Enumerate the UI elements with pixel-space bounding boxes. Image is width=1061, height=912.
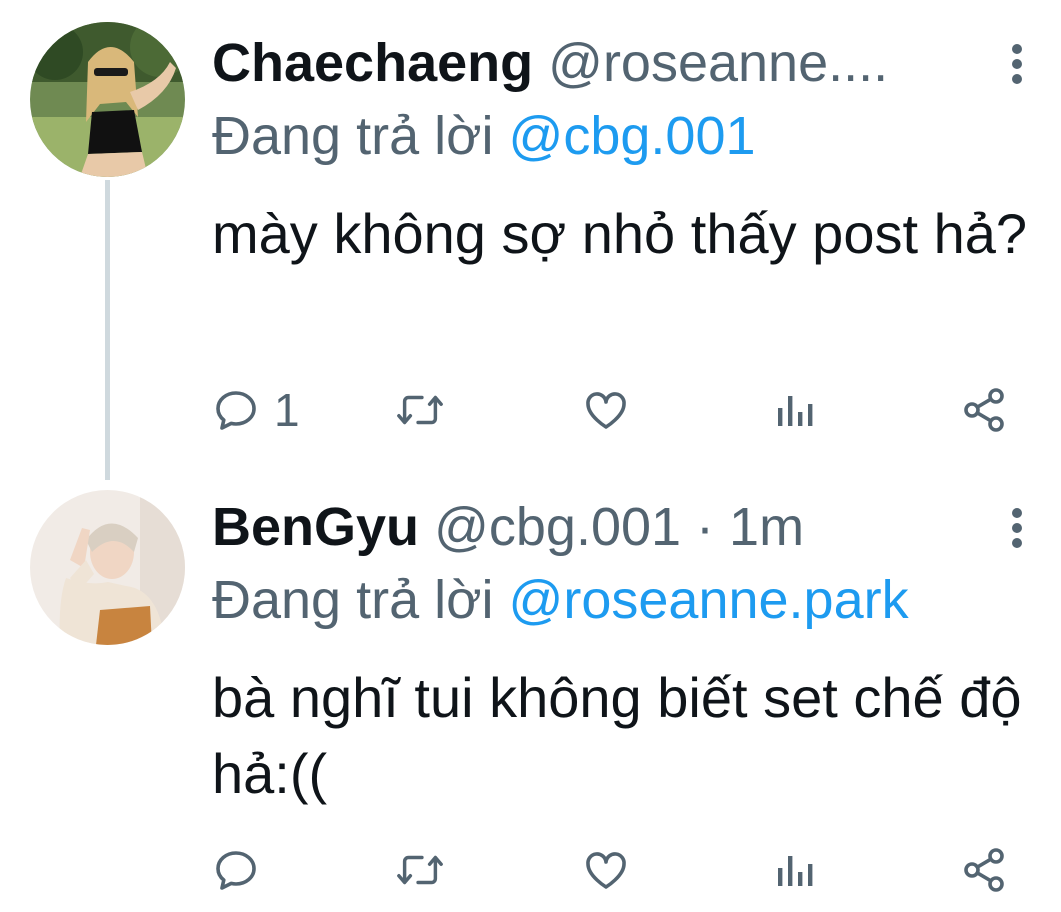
replying-to: Đang trả lời @cbg.001 [212,104,756,168]
user-handle-and-time[interactable]: @cbg.001 · 1m [434,497,804,557]
reply-button[interactable]: 1 [212,380,300,440]
tweet-header: Chaechaeng @roseanne.... [212,28,982,98]
retweet-icon [397,395,443,425]
replying-to: Đang trả lời @roseanne.park [212,568,909,632]
avatar[interactable] [30,22,185,177]
tweet-header: BenGyu @cbg.001 · 1m [212,492,982,562]
stats-button[interactable] [772,840,816,900]
display-name[interactable]: Chaechaeng [212,33,533,93]
stats-icon [778,396,813,426]
share-icon [964,848,1004,892]
avatar-photo [30,490,185,645]
like-icon [586,852,626,889]
share-icon [964,388,1004,432]
tweet[interactable]: BenGyu @cbg.001 · 1m Đang trả lời @rosea… [0,478,1061,912]
more-icon[interactable] [1005,506,1029,550]
retweet-button[interactable] [395,380,445,440]
like-button[interactable] [582,380,630,440]
mention-link[interactable]: @roseanne.park [509,570,909,630]
like-icon [586,392,626,429]
reply-count: 1 [274,384,300,436]
avatar[interactable] [30,490,185,645]
stats-button[interactable] [772,380,816,440]
tweet-text: mày không sợ nhỏ thấy post hả? [212,202,1028,265]
tweet-text: bà nghĩ tui không biết set chế độ hả:(( [212,666,1022,805]
share-button[interactable] [960,840,1008,900]
avatar-photo [30,22,185,177]
retweet-icon [397,855,443,885]
tweet[interactable]: Chaechaeng @roseanne.... Đang trả lời @c… [0,0,1061,470]
share-button[interactable] [960,380,1008,440]
display-name[interactable]: BenGyu [212,497,419,557]
stats-icon [778,856,813,886]
replying-to-label: Đang trả lời [212,106,494,166]
user-handle[interactable]: @roseanne.... [548,33,888,93]
reply-button[interactable] [212,840,274,900]
replying-to-label: Đang trả lời [212,570,494,630]
mention-link[interactable]: @cbg.001 [509,106,756,166]
retweet-button[interactable] [395,840,445,900]
reply-icon [216,851,256,890]
tweet-actions [212,840,1012,900]
reply-icon [216,391,256,430]
more-icon[interactable] [1005,42,1029,86]
like-button[interactable] [582,840,630,900]
tweet-actions: 1 [212,380,1012,440]
